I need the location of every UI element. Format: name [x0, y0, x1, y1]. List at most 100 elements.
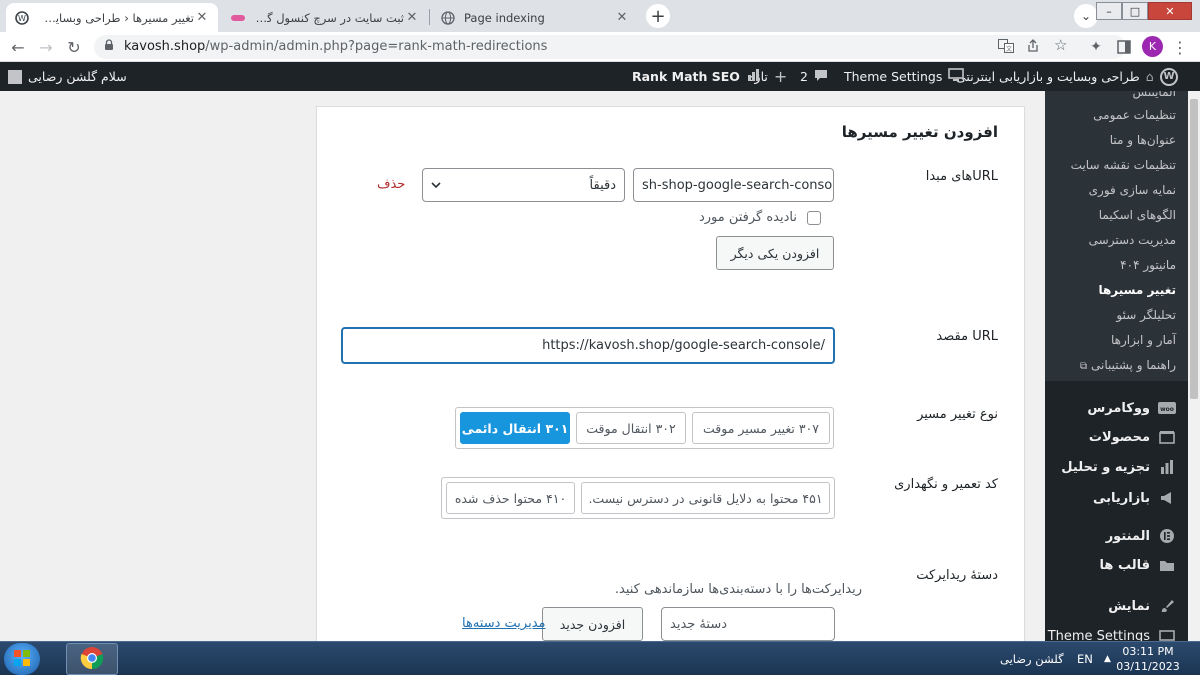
tab-title: ثبت سایت در سرچ کنسول گوگل در 10 گام — [254, 10, 404, 25]
maintenance-451-option[interactable]: ۴۵۱ محتوا به دلایل قانونی در دسترس نیست. — [581, 482, 830, 514]
rank-math-menu[interactable]: Rank Math SEO — [632, 62, 762, 91]
submenu-item-sitemap-settings[interactable]: تنظیمات نقشه سایت — [1071, 158, 1176, 172]
extensions-puzzle-icon[interactable]: ✦ — [1086, 37, 1106, 57]
chevron-down-icon — [431, 179, 441, 192]
maximize-button[interactable]: □ — [1122, 2, 1148, 20]
new-category-input[interactable]: دستهٔ جدید — [661, 607, 835, 641]
start-button[interactable] — [4, 643, 40, 675]
menu-label: محصولات — [1088, 429, 1150, 445]
scrollbar-thumb[interactable] — [1190, 99, 1198, 399]
settings-icon — [1158, 628, 1176, 641]
redirection-type-label: نوع تغییر مسیر — [917, 407, 998, 422]
browser-tab[interactable]: ثبت سایت در سرچ کنسول گوگل در 10 گام ✕ — [222, 3, 428, 32]
add-another-button[interactable]: افزودن یکی دیگر — [716, 236, 834, 270]
url-text: kavosh.shop/wp-admin/admin.php?page=rank… — [124, 39, 547, 54]
menu-item-woocommerce[interactable]: ووکامرس woo — [1045, 393, 1188, 423]
browser-tab[interactable]: Page indexing ✕ — [432, 3, 638, 32]
chevron-down-icon: ⌄ — [1080, 9, 1092, 23]
submenu-item-help[interactable]: راهنما و پشتیبانی ⧉ — [1080, 358, 1176, 372]
tray-expand-icon[interactable]: ▲ — [1104, 642, 1111, 676]
submenu-item-instant-indexing[interactable]: نمایه سازی فوری — [1089, 183, 1176, 197]
page-scrollbar[interactable] — [1188, 91, 1200, 641]
theme-settings-label: Theme Settings — [844, 69, 943, 84]
wp-logo-menu[interactable]: W — [1160, 62, 1178, 91]
redirect-307-option[interactable]: ۳۰۷ تغییر مسیر موقت — [692, 412, 830, 444]
forward-button[interactable]: → — [36, 37, 56, 57]
menu-item-analytics[interactable]: تجزیه و تحلیل — [1045, 452, 1188, 482]
site-name-menu[interactable]: طراحی وبسایت و بازاریابی اینترنتی ⌂ — [956, 62, 1154, 91]
language-indicator[interactable]: EN — [1077, 642, 1093, 676]
profile-avatar[interactable]: K — [1142, 36, 1163, 57]
submenu-item-elements[interactable]: الماینتس — [1133, 91, 1176, 99]
source-url-input[interactable]: sh-shop-google-search-console — [633, 168, 834, 202]
new-tab-button[interactable]: + — [646, 4, 670, 28]
submenu-item-schema-templates[interactable]: الگوهای اسکیما — [1099, 208, 1176, 222]
submenu-item-seo-analyzer[interactable]: تحلیلگر سئو — [1116, 308, 1176, 322]
reload-button[interactable]: ↻ — [64, 37, 84, 57]
tab-close-icon[interactable]: ✕ — [194, 10, 210, 25]
menu-item-marketing[interactable]: بازاریابی — [1045, 483, 1188, 513]
redirect-301-option[interactable]: ۳۰۱ انتقال دائمی — [460, 412, 570, 444]
windows-taskbar: گلشن رضایی EN ▲ 03:11 PM 03/11/2023 — [0, 641, 1200, 675]
system-clock[interactable]: 03:11 PM 03/11/2023 — [1116, 644, 1180, 674]
chrome-taskbar-button[interactable] — [66, 643, 118, 675]
minimize-button[interactable]: – — [1096, 2, 1122, 20]
site-name: طراحی وبسایت و بازاریابی اینترنتی — [956, 69, 1140, 84]
browser-tab-active[interactable]: W تغییر مسیرها ‹ طراحی وبسایت و بازاریاب… — [6, 3, 218, 32]
submenu-item-redirections[interactable]: تغییر مسیرها — [1098, 283, 1176, 297]
arrow-left-icon: ← — [11, 37, 25, 57]
tab-search-button[interactable]: ⌄ — [1074, 4, 1098, 28]
submenu-item-status-tools[interactable]: آمار و ابزارها — [1111, 333, 1176, 347]
close-window-button[interactable]: ✕ — [1148, 2, 1192, 20]
form-heading: افزودن تغییر مسیرها — [841, 123, 998, 141]
comments-menu[interactable]: 2 — [800, 62, 828, 91]
taskbar-user-name: گلشن رضایی — [1000, 652, 1064, 666]
arrow-right-icon: → — [39, 37, 53, 57]
my-account-menu[interactable]: سلام گلشن رضایی — [8, 62, 127, 91]
monitor-icon — [948, 68, 965, 85]
svg-text:文: 文 — [1006, 45, 1012, 53]
menu-item-appearance[interactable]: نمایش — [1045, 591, 1188, 621]
add-new-category-button[interactable]: افزودن جدید — [542, 607, 643, 641]
menu-item-elementor[interactable]: المنتور — [1045, 521, 1188, 551]
match-type-select[interactable]: دقیقاً — [422, 168, 625, 202]
destination-url-input[interactable]: https://kavosh.shop/google-search-consol… — [341, 327, 835, 364]
submenu-item-404-monitor[interactable]: مانیتور ۴۰۴ — [1120, 258, 1176, 272]
ignore-case-checkbox[interactable] — [807, 211, 821, 225]
bookmark-star-icon[interactable]: ☆ — [1054, 36, 1067, 54]
maintenance-410-option[interactable]: ۴۱۰ محتوا حذف شده — [446, 482, 575, 514]
side-panel-icon[interactable] — [1114, 37, 1134, 57]
menu-label: المنتور — [1105, 528, 1150, 544]
address-bar[interactable]: kavosh.shop/wp-admin/admin.php?page=rank… — [94, 35, 1126, 59]
taskbar-user[interactable]: گلشن رضایی — [1000, 642, 1064, 676]
theme-settings-menu[interactable]: Theme Settings — [844, 62, 965, 91]
tab-title: Page indexing — [464, 10, 545, 25]
products-icon — [1158, 429, 1176, 445]
plus-icon: + — [773, 67, 788, 86]
back-button[interactable]: ← — [8, 37, 28, 57]
redirection-category-label: دستهٔ ریدایرکت — [916, 568, 998, 583]
wp-admin-bar: W طراحی وبسایت و بازاریابی اینترنتی ⌂ Th… — [0, 62, 1200, 91]
woo-icon: woo — [1158, 400, 1176, 416]
tab-close-icon[interactable]: ✕ — [404, 10, 420, 25]
clock-time: 03:11 PM — [1122, 645, 1174, 658]
submenu-item-role-manager[interactable]: مدیریت دسترسی — [1089, 233, 1176, 247]
clock-date: 03/11/2023 — [1116, 660, 1180, 673]
submenu-item-titles-meta[interactable]: عنوان‌ها و متا — [1110, 133, 1176, 147]
analytics-icon — [1158, 459, 1176, 475]
manage-categories-link[interactable]: مدیریت دسته‌ها — [462, 616, 545, 631]
kebab-menu-icon[interactable]: ⋮ — [1170, 37, 1190, 57]
window-controls: – □ ✕ — [1096, 2, 1192, 20]
menu-item-products[interactable]: محصولات — [1045, 422, 1188, 452]
menu-item-templates[interactable]: قالب ها — [1045, 550, 1188, 580]
share-icon[interactable] — [1026, 39, 1040, 57]
windows-logo-icon — [13, 649, 31, 670]
menu-item-theme-settings[interactable]: Theme Settings — [1045, 621, 1188, 641]
translate-icon[interactable]: 文 — [998, 39, 1014, 57]
wordpress-logo-icon: W — [1160, 67, 1178, 86]
redirect-302-option[interactable]: ۳۰۲ انتقال موقت — [576, 412, 686, 444]
tab-close-icon[interactable]: ✕ — [614, 10, 630, 25]
rank-math-submenu: الماینتس تنظیمات عمومی عنوان‌ها و متا تن… — [1045, 91, 1188, 381]
submenu-item-general-settings[interactable]: تنظیمات عمومی — [1093, 108, 1176, 122]
delete-source-link[interactable]: حذف — [377, 177, 405, 192]
